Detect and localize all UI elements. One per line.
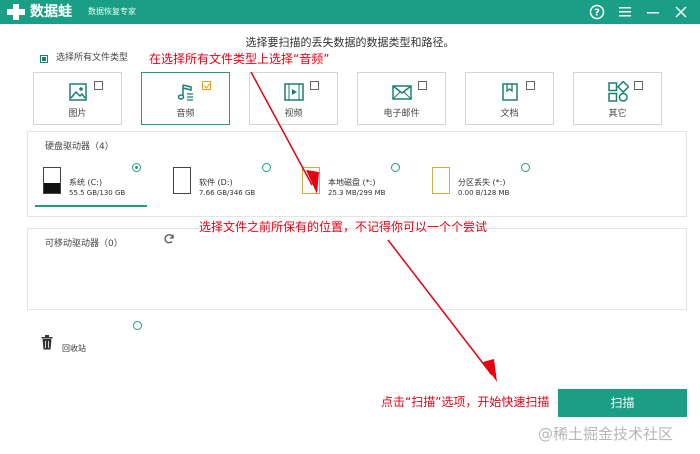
menu-icon[interactable]	[616, 3, 634, 21]
video-icon	[283, 83, 304, 101]
logo-icon	[7, 4, 25, 20]
recycle-bin-label[interactable]: 回收站	[62, 343, 86, 354]
page-prompt: 选择要扫描的丢失数据的数据类型和路径。	[245, 36, 455, 49]
annotation-click-scan: 点击“扫描”选项，开始快速扫描	[381, 395, 550, 409]
drive-name: 软件 (D:)	[199, 178, 233, 187]
annotation-select-location: 选择文件之前所保有的位置，不记得你可以一个个尝试	[199, 220, 488, 234]
file-type-label: 电子邮件	[383, 109, 420, 119]
document-icon	[501, 83, 518, 101]
mail-icon	[391, 85, 412, 100]
file-type-card-document[interactable]: 文档	[465, 72, 554, 125]
file-type-card-email[interactable]: 电子邮件	[357, 72, 446, 125]
file-type-checkbox[interactable]	[418, 81, 427, 90]
drive-size: 25.3 MB/299 MB	[328, 189, 386, 197]
arrow-head-scan	[483, 359, 497, 382]
recycle-bin-radio[interactable]	[133, 321, 142, 330]
help-icon[interactable]: ?	[588, 3, 606, 21]
annotation-select-audio: 在选择所有文件类型上选择“音频”	[149, 52, 330, 66]
watermark: @稀土掘金技术社区	[538, 425, 674, 443]
drive-local-radio[interactable]	[391, 163, 400, 172]
drive-name: 系统 (C:)	[69, 178, 103, 187]
image-icon	[68, 83, 87, 101]
trash-icon[interactable]	[41, 335, 53, 350]
refresh-icon[interactable]	[163, 233, 175, 245]
file-type-label: 其它	[608, 109, 627, 119]
drive-icon	[432, 167, 450, 194]
music-icon	[177, 84, 193, 101]
selected-drive-underline	[35, 205, 147, 207]
file-type-checkbox[interactable]	[310, 81, 319, 90]
file-type-card-image[interactable]: 图片	[33, 72, 122, 125]
file-type-card-video[interactable]: 视频	[249, 72, 338, 125]
scan-button[interactable]: 扫描	[558, 389, 687, 417]
file-type-card-audio[interactable]: 音频	[141, 72, 230, 125]
minimize-icon[interactable]	[644, 3, 662, 21]
file-type-label: 视频	[284, 109, 303, 119]
drive-size: 0.00 B/128 MB	[458, 189, 510, 197]
file-type-checkbox[interactable]	[202, 81, 211, 90]
file-type-label: 图片	[68, 109, 87, 119]
drive-icon	[173, 167, 191, 194]
select-all-checkbox[interactable]	[40, 55, 48, 63]
drive-lost-radio[interactable]	[521, 163, 530, 172]
drive-size: 7.66 GB/346 GB	[199, 189, 256, 197]
drive-c-radio[interactable]	[132, 163, 141, 172]
file-type-label: 文档	[500, 109, 519, 119]
drive-icon	[302, 167, 320, 194]
drive-d-radio[interactable]	[262, 163, 271, 172]
other-icon	[607, 81, 629, 102]
app-title: 数据蛙	[30, 4, 72, 20]
title-bar: 数据蛙 数据恢复专家 ?	[0, 0, 700, 24]
file-type-checkbox[interactable]	[94, 81, 103, 90]
select-all-label[interactable]: 选择所有文件类型	[56, 52, 128, 64]
drive-name: 分区丢失 (*:)	[458, 178, 506, 187]
app-subtitle: 数据恢复专家	[88, 7, 136, 16]
drive-icon	[43, 167, 61, 194]
svg-text:?: ?	[594, 8, 600, 19]
file-type-card-other[interactable]: 其它	[573, 72, 662, 125]
app-window: 数据蛙 数据恢复专家 ? 选择要扫描的丢失数据的数据类型和路径。 选择所有文件类…	[0, 0, 700, 454]
file-type-label: 音频	[176, 109, 195, 119]
drive-name: 本地磁盘 (*:)	[328, 178, 376, 187]
hard-drives-title: 硬盘驱动器（4）	[45, 142, 114, 152]
removable-drives-title: 可移动驱动器（0）	[45, 239, 123, 249]
drive-size: 55.5 GB/130 GB	[69, 189, 126, 197]
close-icon[interactable]	[672, 3, 690, 21]
removable-drives-panel: 可移动驱动器（0）	[27, 228, 687, 310]
file-type-checkbox[interactable]	[634, 81, 643, 90]
file-type-checkbox[interactable]	[526, 81, 535, 90]
